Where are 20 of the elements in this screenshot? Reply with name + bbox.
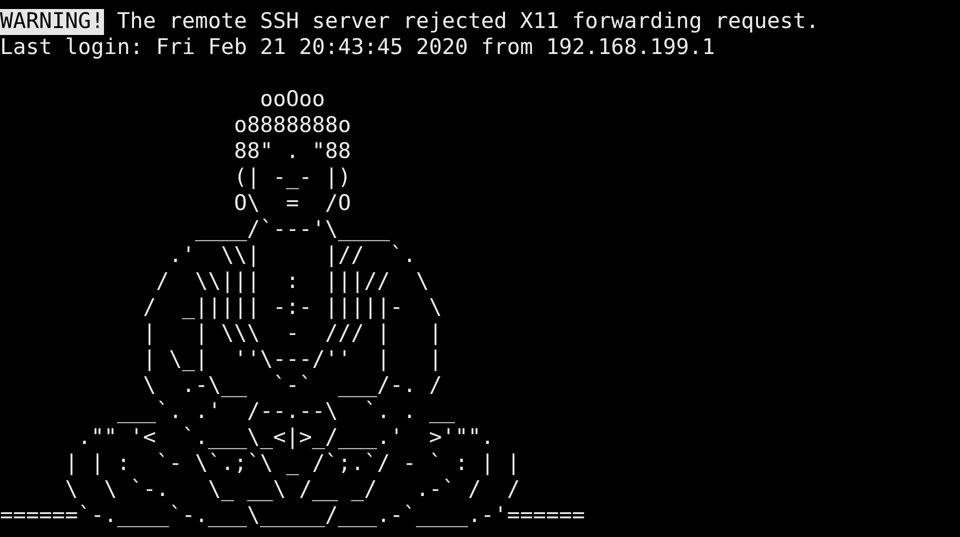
ascii-art-line: o8888888o (233, 113, 352, 139)
warning-label: WARNING! (0, 9, 104, 35)
ascii-art-line: | | : `- \`.;`\ _ /`;.`/ - ` : | | (64, 451, 520, 477)
ascii-art-line: ____/`---'\____ (194, 217, 390, 243)
ascii-art-line: | | \\\ - /// | | (142, 321, 442, 347)
ascii-art-line: / \\||| : |||// \ (155, 269, 430, 295)
ascii-art-line: O\ = /O (233, 191, 352, 217)
ascii-art-line: ======`-.____`-.___\_____/___.-`____.-'====== (0, 503, 586, 529)
terminal-message: The remote SSH server rejected X11 forwarding request. (117, 9, 820, 35)
ascii-art-line: / _||||| -:- |||||- \ (142, 295, 442, 321)
ascii-art-line: ooOoo (259, 87, 326, 113)
ascii-art-line: (| -_- |) (233, 165, 352, 191)
ascii-art-line: \ .-\__ `-` ___/-. / (142, 373, 442, 399)
ascii-art-line: ."" '< `.___\_<|>_/___.' >'"". (77, 425, 494, 451)
ascii-art-line: \ \ `-. \_ __\ /__ _/ .-` / / (64, 477, 520, 503)
ascii-art-line: ___`. .' /--.--\ `. . __ (116, 399, 456, 425)
ascii-art-line: .' \\| |// `. (168, 243, 416, 269)
ascii-art-line: | \_| ''\---/'' | | (142, 347, 442, 373)
terminal-message: Last login: Fri Feb 21 20:43:45 2020 from 192.168.199.1 (0, 35, 716, 61)
ascii-art-line: 88" . "88 (233, 139, 352, 165)
